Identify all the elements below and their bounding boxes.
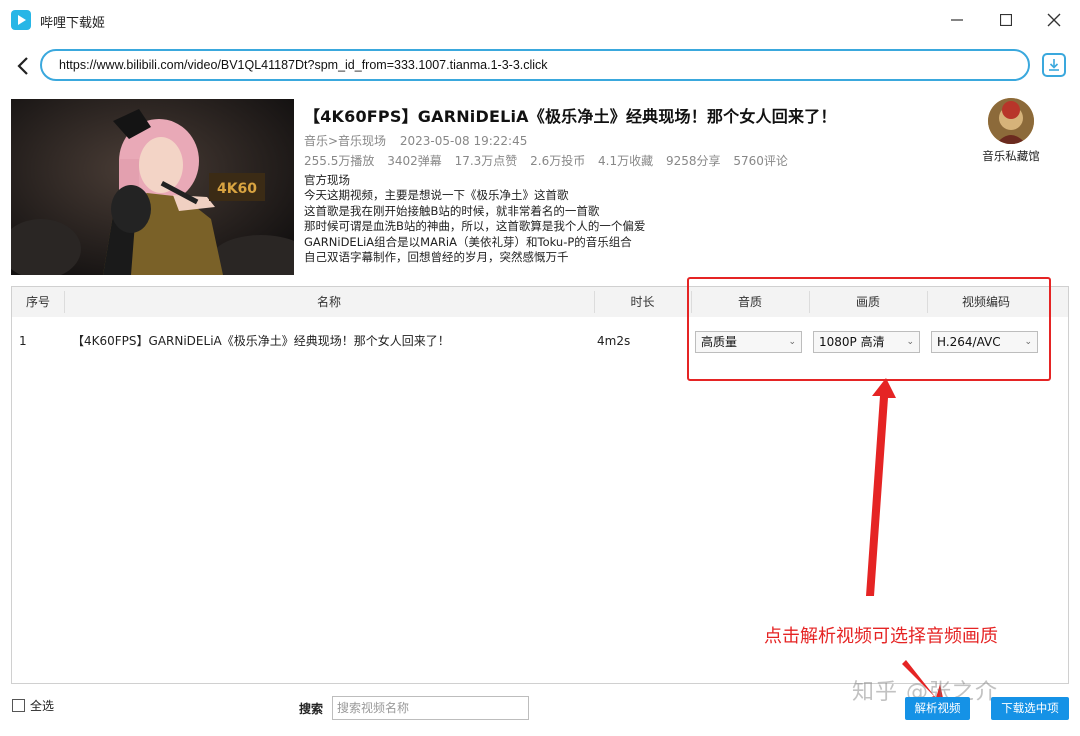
uploader-name: 音乐私藏馆 [982,149,1040,163]
thumbnail-4k-badge: 4K60 [217,181,257,197]
description-line: GARNiDELiA组合是以MARiA（美依礼芽）和Toku-P的音乐组合 [304,234,632,249]
search-input[interactable] [332,696,529,720]
stat-likes: 17.3万点赞 [454,154,518,168]
video-category: 音乐>音乐现场 [304,134,387,148]
stat-coins: 2.6万投币 [530,154,586,168]
uploader[interactable]: 音乐私藏馆 [980,98,1042,164]
row-name: 【4K60FPS】GARNiDELiA《极乐净土》经典现场！那个女人回来了！ [72,334,450,348]
row-index: 1 [19,334,27,348]
video-thumbnail: 4K60 [11,99,294,275]
description-line: 这首歌是我在刚开始接触B站的时候，就非常着名的一首歌 [304,203,600,218]
column-header-duration[interactable]: 时长 [594,287,691,317]
description-line: 那时候可谓是血洗B站的神曲，所以，这首歌算是我个人的一个偏爱 [304,219,646,234]
address-bar [0,44,1080,88]
video-description: 官方现场 今天这期视频，主要是想说一下《极乐净土》这首歌 这首歌是我在刚开始接触… [304,173,645,265]
video-meta: 音乐>音乐现场 2023-05-08 19:22:45 [304,132,537,149]
app-title: 哔哩下载姬 [40,16,106,31]
app-logo-icon [11,10,31,30]
close-button[interactable] [1032,6,1076,34]
stat-shares: 9258分享 [665,154,721,168]
minimize-button[interactable] [935,6,979,34]
close-icon [1047,13,1061,27]
description-line: 今天这期视频，主要是想说一下《极乐净土》这首歌 [304,188,569,203]
select-all-label[interactable]: 全选 [30,697,54,714]
stat-danmaku: 3402弹幕 [387,154,442,168]
parse-video-button[interactable]: 解析视频 [905,697,970,720]
video-stats: 255.5万播放 3402弹幕 17.3万点赞 2.6万投币 4.1万收藏 92… [304,152,797,169]
annotation-text: 点击解析视频可选择音频画质 [764,626,998,647]
title-bar: 哔哩下载姬 [0,0,1080,40]
download-selected-button[interactable]: 下载选中项 [991,697,1069,720]
download-icon [1049,59,1059,71]
video-date: 2023-05-08 19:22:45 [399,134,528,148]
select-all-checkbox[interactable] [12,699,25,712]
search-label: 搜索 [299,702,324,716]
back-button[interactable] [10,52,36,80]
annotation-highlight-box [687,277,1051,381]
video-title: 【4K60FPS】GARNiDELiA《极乐净土》经典现场！那个女人回来了！ [304,107,837,126]
column-header-name[interactable]: 名称 [64,287,594,317]
stat-comments: 5760评论 [733,154,788,168]
column-header-index[interactable]: 序号 [12,287,64,317]
description-line: 官方现场 [304,173,350,187]
download-folder-button[interactable] [1042,53,1066,77]
back-arrow-icon [17,57,28,75]
description-line: 自己双语字幕制作，回想曾经的岁月，突然感慨万千 [304,250,569,265]
footer-bar: 全选 搜索 知乎 @张之介 解析视频 下载选中项 [0,680,1080,736]
avatar[interactable] [988,98,1034,144]
row-duration: 4m2s [597,334,631,348]
maximize-icon [1000,14,1012,26]
url-input[interactable] [40,49,1030,81]
stat-views: 255.5万播放 [304,154,375,168]
maximize-button[interactable] [984,6,1028,34]
stat-favorites: 4.1万收藏 [598,154,654,168]
minimize-icon [951,19,963,21]
